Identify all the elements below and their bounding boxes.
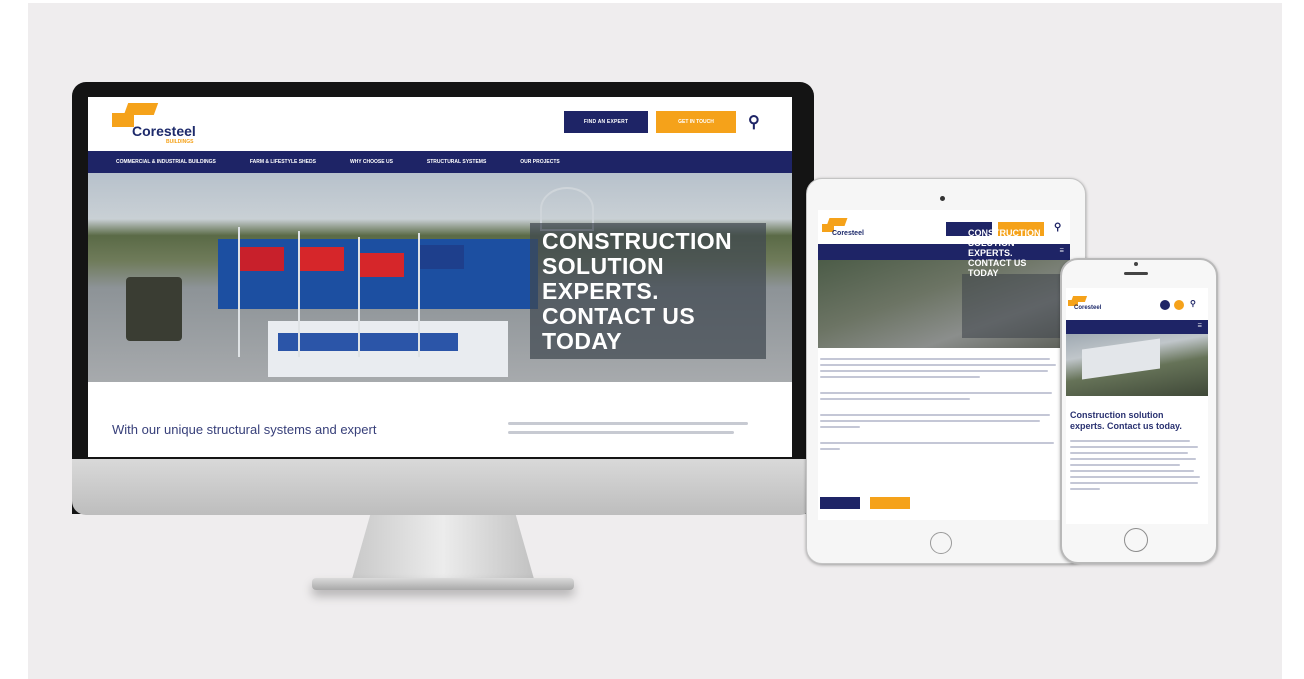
- text-line: [1070, 482, 1198, 484]
- logo-text: Coresteel: [1074, 305, 1102, 311]
- find-expert-button[interactable]: [820, 497, 860, 509]
- phone-screen: Coresteel ⚲ ☰ Construction solution expe…: [1066, 288, 1208, 524]
- phone-nav-bar: ☰: [1066, 320, 1208, 334]
- hero-title-line: EXPERTS.: [968, 248, 1013, 258]
- hero-title-line: EXPERTS.: [542, 278, 659, 304]
- text-line: [820, 370, 1048, 372]
- phone-body-text: [1070, 440, 1206, 494]
- text-line: [508, 431, 734, 434]
- menu-icon[interactable]: ☰: [1198, 323, 1202, 329]
- phone-title-line: experts. Contact us today.: [1070, 421, 1182, 431]
- find-expert-button[interactable]: FIND AN EXPERT: [564, 111, 648, 133]
- desktop-hero-image: CONSTRUCTION SOLUTION EXPERTS. CONTACT U…: [88, 173, 792, 382]
- hero-title-line: TODAY: [542, 328, 622, 354]
- phone-title: Construction solution experts. Contact u…: [1070, 410, 1206, 432]
- logo-mark-icon: [1070, 296, 1088, 302]
- flag-shape: [420, 245, 464, 269]
- search-icon[interactable]: ⚲: [1190, 299, 1196, 308]
- nav-item-why-choose-us[interactable]: WHY CHOOSE US: [350, 159, 393, 165]
- desktop-monitor-stand: [352, 515, 534, 579]
- desktop-screen: Coresteel BUILDINGS FIND AN EXPERT GET I…: [88, 97, 792, 457]
- text-line: [1070, 446, 1198, 448]
- desktop-monitor-base: [312, 578, 574, 590]
- hero-vehicle-shape: [126, 277, 182, 341]
- text-line: [1070, 470, 1194, 472]
- desktop-header: Coresteel BUILDINGS FIND AN EXPERT GET I…: [88, 97, 792, 149]
- text-line: [820, 376, 980, 378]
- logo-mark-icon: [112, 113, 134, 127]
- mail-icon[interactable]: [1174, 300, 1184, 310]
- tablet-logo[interactable]: Coresteel: [822, 218, 882, 240]
- hero-title-line: CONSTRUCTION: [968, 228, 1041, 238]
- text-line: [820, 358, 1050, 360]
- text-line: [1070, 458, 1196, 460]
- logo-mark-icon: [123, 103, 159, 115]
- text-line: [1070, 464, 1180, 466]
- desktop-monitor-chin: [72, 459, 814, 515]
- logo-mark-icon: [826, 218, 848, 226]
- hero-title: CONSTRUCTION SOLUTION EXPERTS. CONTACT U…: [542, 229, 762, 354]
- hero-title: CONSTRUCTION SOLUTION EXPERTS. CONTACT U…: [968, 228, 1068, 278]
- text-line: [1070, 488, 1100, 490]
- get-in-touch-button[interactable]: [870, 497, 910, 509]
- get-in-touch-button[interactable]: GET IN TOUCH: [656, 111, 736, 133]
- text-line: [820, 442, 1054, 444]
- hero-title-line: TODAY: [968, 268, 999, 278]
- flag-shape: [240, 247, 284, 271]
- hero-title-line: SOLUTION: [542, 253, 665, 279]
- hero-title-line: CONSTRUCTION: [542, 228, 733, 254]
- tablet-body-text: [820, 358, 1056, 454]
- home-button-icon[interactable]: [930, 532, 952, 554]
- text-line: [820, 420, 1040, 422]
- nav-item-structural-systems[interactable]: STRUCTURAL SYSTEMS: [427, 159, 486, 165]
- text-line: [508, 422, 748, 425]
- flag-shape: [360, 253, 404, 277]
- desktop-logo[interactable]: Coresteel BUILDINGS: [112, 103, 222, 145]
- phone-title-line: Construction solution: [1070, 410, 1164, 420]
- text-line: [1070, 476, 1200, 478]
- hero-truck-stripe: [278, 333, 458, 351]
- logo-text: Coresteel: [132, 123, 196, 139]
- desktop-body: With our unique structural systems and e…: [88, 382, 792, 457]
- phone-hero-image: [1066, 334, 1208, 396]
- text-line: [820, 398, 970, 400]
- search-icon[interactable]: ⚲: [748, 112, 760, 132]
- text-line: [820, 414, 1050, 416]
- phone-camera: [1134, 262, 1138, 266]
- nav-item-commercial[interactable]: COMMERCIAL & INDUSTRIAL BUILDINGS: [116, 159, 216, 165]
- text-line: [820, 364, 1056, 366]
- phone-icon[interactable]: [1160, 300, 1170, 310]
- text-line: [1070, 452, 1188, 454]
- text-line: [820, 448, 840, 450]
- logo-text: Coresteel: [832, 230, 864, 237]
- logo-subtext: BUILDINGS: [166, 139, 194, 145]
- intro-side-text: [508, 422, 758, 446]
- hero-text-panel: [962, 274, 1066, 338]
- nav-item-our-projects[interactable]: OUR PROJECTS: [520, 159, 559, 165]
- flag-shape: [300, 247, 344, 271]
- tablet-camera: [940, 196, 945, 201]
- home-button-icon[interactable]: [1124, 528, 1148, 552]
- hero-title-line: CONTACT US: [968, 258, 1027, 268]
- hero-title-line: CONTACT US: [542, 303, 696, 329]
- tablet-screen: Coresteel ⚲ ☰ CONSTRUCTION SOLUTION EXPE…: [818, 210, 1070, 520]
- hero-building-shape: [1082, 338, 1160, 380]
- text-line: [820, 392, 1052, 394]
- hero-title-line: SOLUTION: [968, 238, 1015, 248]
- intro-text: With our unique structural systems and e…: [112, 422, 377, 437]
- text-line: [1070, 440, 1190, 442]
- nav-item-farm[interactable]: FARM & LIFESTYLE SHEDS: [250, 159, 316, 165]
- phone-logo[interactable]: Coresteel: [1068, 296, 1112, 314]
- desktop-main-nav: COMMERCIAL & INDUSTRIAL BUILDINGS FARM &…: [88, 151, 792, 173]
- text-line: [820, 426, 860, 428]
- phone-speaker: [1124, 272, 1148, 275]
